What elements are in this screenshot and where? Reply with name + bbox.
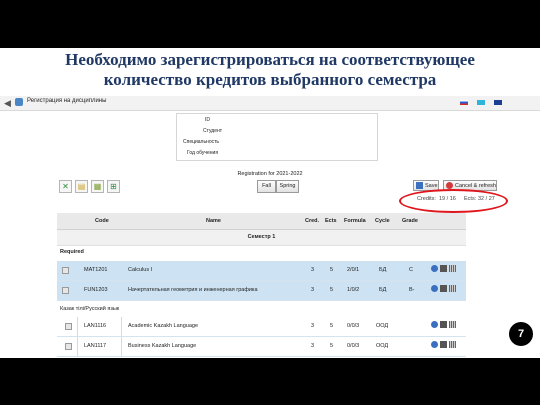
col-grade: Grade (402, 218, 418, 224)
schedule-icon[interactable] (440, 265, 447, 272)
en-flag-icon[interactable] (494, 100, 502, 105)
course-grade: C (409, 267, 413, 273)
course-cred: 3 (311, 323, 315, 329)
column-divider (121, 337, 122, 356)
course-ects: 5 (330, 267, 334, 273)
app-title-bar: ◀ Регистрация на дисциплины (0, 96, 540, 111)
group-label: Казак тілі/Русский язык (60, 306, 120, 312)
course-code: LAN1116 (84, 323, 107, 329)
col-formula: Formula (344, 218, 366, 224)
language-switcher (460, 100, 502, 105)
col-cycle: Cycle (375, 218, 390, 224)
sections-icon[interactable] (449, 285, 456, 292)
row-checkbox[interactable] (62, 287, 69, 294)
col-ects: Ects (325, 218, 337, 224)
schedule-icon[interactable] (440, 285, 447, 292)
cart-icon[interactable]: ⊞ (107, 180, 120, 193)
course-formula: 0/0/3 (347, 323, 360, 329)
column-divider (77, 337, 78, 356)
table-row[interactable]: MAT1201 Calculus I 3 5 2/0/1 БД C (57, 261, 466, 281)
course-name: Calculus I (128, 267, 153, 273)
slide-heading: Необходимо зарегистрироваться на соответ… (0, 50, 540, 90)
back-arrow-icon[interactable]: ◀ (4, 98, 11, 109)
save-icon (416, 182, 423, 190)
row-actions (431, 265, 456, 272)
course-formula: 2/0/1 (347, 267, 360, 273)
course-formula: 1/0/2 (347, 287, 360, 293)
sections-icon[interactable] (449, 321, 456, 328)
course-cycle: ООД (376, 323, 389, 329)
app-icon (15, 98, 23, 106)
specialty-label: Специальность (183, 139, 219, 145)
course-formula: 0/0/3 (347, 343, 360, 349)
course-cycle: БД (379, 287, 387, 293)
registration-title: Registration for 2021-2022 (237, 171, 303, 177)
spring-semester-button[interactable]: Spring (276, 180, 299, 193)
col-code: Code (95, 218, 109, 224)
course-cycle: ООД (376, 343, 389, 349)
course-name: Business Kazakh Language (128, 343, 197, 349)
table-row[interactable]: FUN1203 Начертательная геометрия и инжен… (57, 281, 466, 301)
slide-heading-line1: Необходимо зарегистрироваться на соответ… (65, 50, 475, 69)
notes-icon[interactable]: ▤ (75, 180, 88, 193)
filter-icon[interactable]: ▦ (91, 180, 104, 193)
page-number-badge: 7 (508, 321, 534, 347)
student-name-label: Студент (203, 128, 223, 134)
cancel-icon (446, 182, 453, 190)
row-actions (431, 321, 456, 328)
course-grade: B- (409, 287, 415, 293)
course-ects: 5 (330, 287, 334, 293)
course-name: Начертательная геометрия и инженерная гр… (128, 287, 258, 293)
sections-icon[interactable] (449, 265, 456, 272)
table-header: Code Name Cred. Ects Formula Cycle Grade (57, 213, 466, 230)
col-name: Name (206, 218, 221, 224)
info-icon[interactable] (431, 341, 438, 348)
fall-semester-button[interactable]: Fall (257, 180, 276, 193)
row-checkbox[interactable] (62, 267, 69, 274)
student-id-label: ID (205, 117, 210, 123)
column-divider (77, 317, 78, 336)
required-label: Required (60, 249, 84, 255)
column-divider (121, 317, 122, 336)
study-year-label: Год обучения (187, 150, 219, 156)
cancel-button-label: Cancel & refresh (455, 183, 496, 189)
kz-flag-icon[interactable] (477, 100, 485, 105)
row-actions (431, 341, 456, 348)
ru-flag-icon[interactable] (460, 100, 468, 105)
row-checkbox[interactable] (65, 343, 72, 350)
schedule-icon[interactable] (440, 321, 447, 328)
semester-row: Семестр 1 (57, 230, 466, 246)
row-checkbox[interactable] (65, 323, 72, 330)
table-row[interactable]: LAN1117 Business Kazakh Language 3 5 0/0… (57, 337, 466, 357)
table-row[interactable]: LAN1116 Academic Kazakh Language 3 5 0/0… (57, 317, 466, 337)
course-cycle: БД (379, 267, 387, 273)
schedule-icon[interactable] (440, 341, 447, 348)
sections-icon[interactable] (449, 341, 456, 348)
info-icon[interactable] (431, 265, 438, 272)
course-name: Academic Kazakh Language (128, 323, 199, 329)
row-actions (431, 285, 456, 292)
course-ects: 5 (330, 323, 334, 329)
info-icon[interactable] (431, 285, 438, 292)
course-code: MAT1201 (84, 267, 108, 273)
save-button-label: Save (425, 183, 438, 189)
student-info-box: ID Студент Специальность Год обучения (176, 113, 378, 161)
course-code: LAN1117 (84, 343, 107, 349)
slide-heading-line2: количество кредитов выбранного семестра (103, 70, 437, 89)
expand-all-icon[interactable]: ✕ (59, 180, 72, 193)
course-cred: 3 (311, 343, 315, 349)
course-cred: 3 (311, 267, 315, 273)
course-cred: 3 (311, 287, 315, 293)
course-code: FUN1203 (84, 287, 108, 293)
course-ects: 5 (330, 343, 334, 349)
credits-highlight-oval (399, 189, 508, 213)
info-icon[interactable] (431, 321, 438, 328)
col-cred: Cred. (305, 218, 320, 224)
app-title: Регистрация на дисциплины (27, 98, 107, 104)
